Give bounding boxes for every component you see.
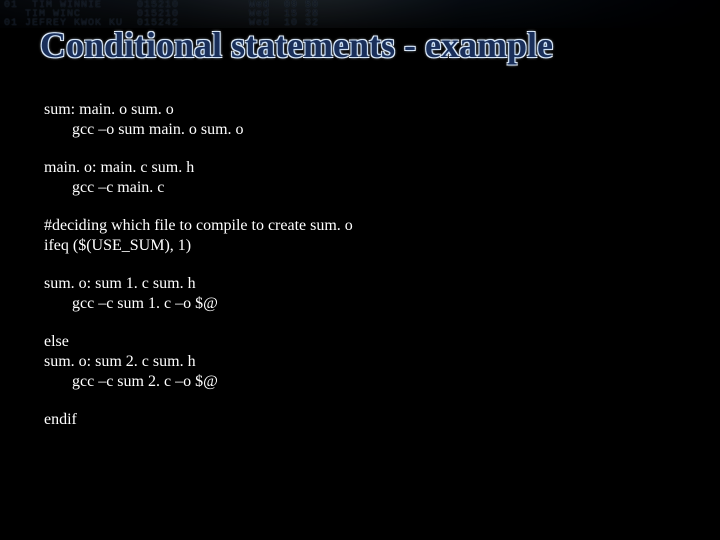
slide-content: sum: main. o sum. o gcc –o sum main. o s…	[44, 100, 680, 448]
code-line: endif	[44, 411, 77, 428]
code-line: ifeq ($(USE_SUM), 1)	[44, 237, 191, 254]
code-line: sum: main. o sum. o	[44, 101, 174, 118]
slide-title: Conditional statements - example	[40, 24, 700, 66]
code-line: else	[44, 333, 69, 350]
code-block-5: else sum. o: sum 2. c sum. h gcc –c sum …	[44, 332, 680, 392]
code-line: sum. o: sum 2. c sum. h	[44, 353, 196, 370]
code-line: gcc –o sum main. o sum. o	[44, 120, 680, 140]
code-block-4: sum. o: sum 1. c sum. h gcc –c sum 1. c …	[44, 274, 680, 314]
code-block-2: main. o: main. c sum. h gcc –c main. c	[44, 158, 680, 198]
code-line: gcc –c sum 1. c –o $@	[44, 294, 680, 314]
code-block-3: #deciding which file to compile to creat…	[44, 216, 680, 256]
code-line: sum. o: sum 1. c sum. h	[44, 275, 196, 292]
code-line: main. o: main. c sum. h	[44, 159, 194, 176]
code-block-1: sum: main. o sum. o gcc –o sum main. o s…	[44, 100, 680, 140]
code-block-6: endif	[44, 410, 680, 430]
code-line: gcc –c main. c	[44, 178, 680, 198]
slide: 01 TIM WINNIE 015210 Wed 09 50 TIM WINC …	[0, 0, 720, 540]
code-line: #deciding which file to compile to creat…	[44, 217, 353, 234]
code-line: gcc –c sum 2. c –o $@	[44, 372, 680, 392]
